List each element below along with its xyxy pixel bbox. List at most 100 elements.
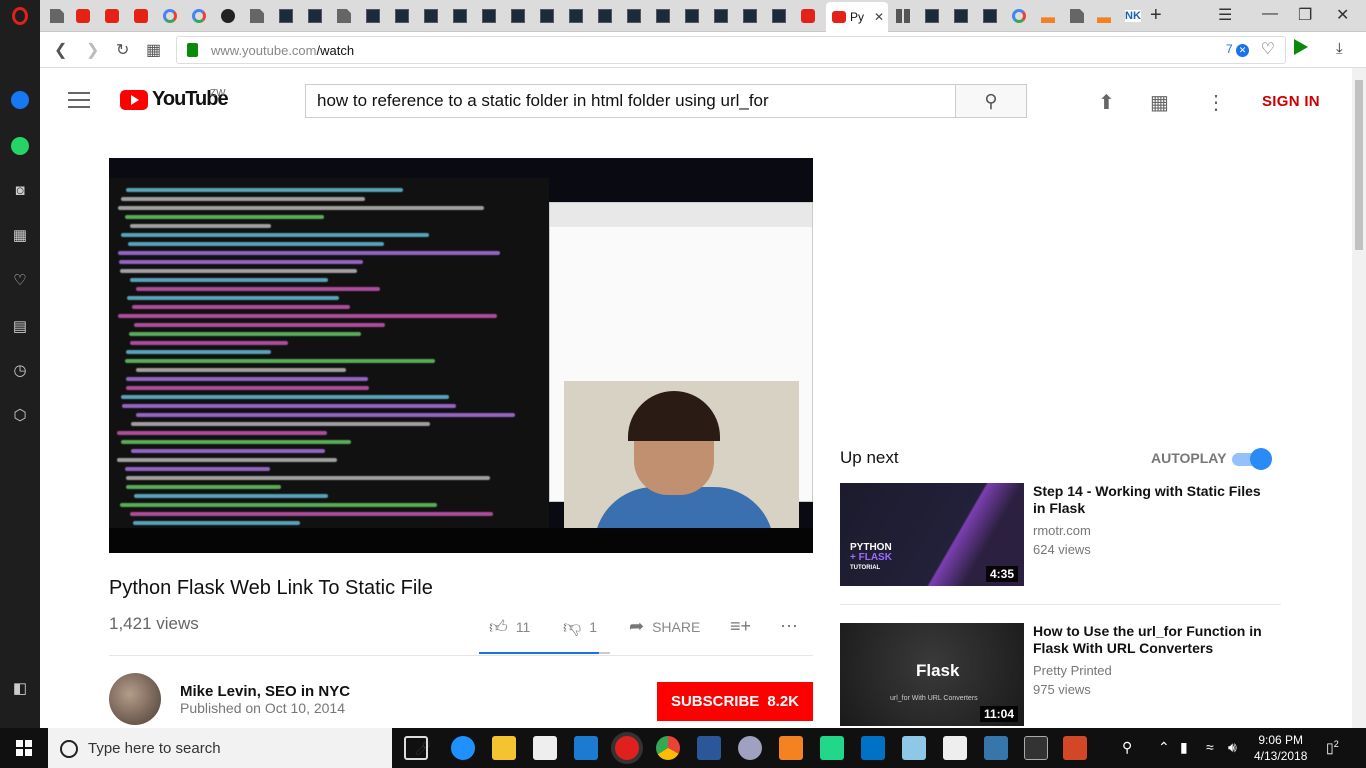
powerpoint-icon[interactable] — [1063, 736, 1087, 760]
reload-button[interactable]: ↻ — [116, 40, 129, 60]
browser-tab[interactable] — [621, 4, 647, 28]
browser-tab[interactable] — [244, 4, 270, 28]
browser-tab[interactable]: NK — [1120, 4, 1146, 28]
sublime-icon[interactable] — [779, 736, 803, 760]
url-field[interactable]: www.youtube.com/watch 7 ✕ ♡ — [176, 36, 1286, 64]
maximize-button[interactable]: ❐ — [1298, 5, 1312, 25]
hamburger-menu-icon[interactable] — [68, 92, 90, 108]
browser-tab[interactable] — [1064, 4, 1090, 28]
speed-dial-button[interactable]: ▦ — [146, 40, 161, 60]
browser-tab[interactable] — [948, 4, 974, 28]
browser-tab[interactable] — [99, 4, 125, 28]
recommended-video[interactable]: Flask url_for With URL Converters 11:04 … — [840, 623, 1280, 727]
paint-icon[interactable] — [738, 736, 762, 760]
browser-tab[interactable] — [389, 4, 415, 28]
new-tab-button[interactable]: + — [1150, 4, 1162, 27]
people-icon[interactable]: ⚲ — [1122, 739, 1132, 756]
bookmark-heart-icon[interactable]: ♡ — [1261, 39, 1275, 59]
opera-menu-button[interactable] — [0, 0, 40, 32]
word-icon[interactable] — [697, 736, 721, 760]
close-window-button[interactable]: ✕ — [1336, 5, 1349, 25]
browser-tab[interactable] — [737, 4, 763, 28]
video-thumbnail[interactable]: Flask url_for With URL Converters 11:04 — [840, 623, 1024, 726]
battery-icon[interactable]: ▮ — [1180, 739, 1188, 756]
python-icon[interactable] — [984, 736, 1008, 760]
mail-icon[interactable] — [533, 736, 557, 760]
channel-avatar[interactable] — [109, 673, 161, 725]
opera-taskbar-icon[interactable] — [615, 736, 639, 760]
extensions-icon[interactable]: ⬡ — [10, 405, 30, 425]
browser-tab[interactable] — [1035, 4, 1061, 28]
app-icon[interactable] — [902, 736, 926, 760]
browser-tab[interactable] — [890, 4, 916, 28]
browser-tab[interactable] — [977, 4, 1003, 28]
browser-tab[interactable] — [447, 4, 473, 28]
browser-tab[interactable] — [708, 4, 734, 28]
minimize-button[interactable]: — — [1262, 5, 1278, 23]
browser-tab[interactable] — [331, 4, 357, 28]
messenger-icon[interactable] — [10, 90, 30, 110]
video-player[interactable] — [109, 158, 813, 553]
forward-button[interactable]: ❯ — [86, 40, 99, 60]
back-button[interactable]: ❮ — [54, 40, 67, 60]
chrome-icon[interactable] — [656, 736, 680, 760]
show-hidden-icons-button[interactable]: ⌃ — [1158, 739, 1170, 756]
browser-tab[interactable] — [128, 4, 154, 28]
search-button[interactable]: ⚲ — [955, 84, 1027, 118]
pycharm-icon[interactable] — [820, 736, 844, 760]
start-button[interactable] — [0, 728, 48, 768]
apps-grid-icon[interactable]: ▦ — [1150, 90, 1169, 115]
more-vertical-icon[interactable]: ⋮ — [1206, 90, 1226, 115]
heart-icon[interactable]: ♡ — [10, 270, 30, 290]
browser-tab[interactable] — [679, 4, 705, 28]
task-view-icon[interactable] — [404, 736, 428, 760]
outlook-icon[interactable] — [861, 736, 885, 760]
taskbar-search-box[interactable]: Type here to search 🎤︎ — [48, 728, 432, 768]
notifications-icon[interactable]: ▯2 — [1326, 739, 1339, 757]
browser-tab[interactable] — [766, 4, 792, 28]
close-tab-icon[interactable]: ✕ — [874, 10, 884, 24]
browser-tab[interactable] — [186, 4, 212, 28]
recommended-video[interactable]: PYTHON + FLASK TUTORIAL 4:35 Step 14 - W… — [840, 483, 1280, 587]
like-button[interactable]: 👍︎ 11 — [489, 616, 530, 638]
browser-tab[interactable] — [70, 4, 96, 28]
sign-in-button[interactable]: SIGN IN — [1262, 93, 1320, 110]
photos-icon[interactable] — [943, 736, 967, 760]
speed-dial-icon[interactable]: ▦ — [10, 225, 30, 245]
dislike-button[interactable]: 👎︎ 1 — [563, 616, 597, 638]
channel-name[interactable]: Mike Levin, SEO in NYC — [180, 683, 350, 700]
browser-tab[interactable] — [1091, 4, 1117, 28]
browser-tab[interactable] — [534, 4, 560, 28]
video-control-bar[interactable] — [109, 528, 813, 553]
browser-tab[interactable] — [273, 4, 299, 28]
history-icon[interactable]: ◷ — [10, 360, 30, 380]
file-explorer-icon[interactable] — [492, 736, 516, 760]
browser-tab[interactable] — [650, 4, 676, 28]
volume-icon[interactable]: 🔊︎ — [1228, 739, 1237, 756]
upload-icon[interactable]: ⬆ — [1098, 90, 1115, 115]
app-icon[interactable] — [574, 736, 598, 760]
page-scrollbar[interactable] — [1352, 68, 1366, 728]
edge-icon[interactable] — [451, 736, 475, 760]
browser-tab[interactable] — [360, 4, 386, 28]
browser-tab[interactable] — [563, 4, 589, 28]
browser-tab[interactable] — [157, 4, 183, 28]
browser-tab[interactable] — [795, 4, 821, 28]
news-icon[interactable]: ▤ — [10, 316, 30, 336]
browser-tab[interactable] — [505, 4, 531, 28]
active-browser-tab[interactable]: Py ✕ — [826, 2, 888, 32]
adblock-badge[interactable]: 7 ✕ — [1226, 42, 1249, 57]
browser-tab[interactable] — [302, 4, 328, 28]
scrollbar-thumb[interactable] — [1355, 80, 1363, 250]
subscribe-button[interactable]: SUBSCRIBE 8.2K — [657, 682, 813, 721]
download-icon[interactable]: ⤓ — [1336, 40, 1343, 57]
system-clock[interactable]: 9:06 PM 4/13/2018 — [1254, 732, 1307, 764]
browser-tab[interactable] — [592, 4, 618, 28]
add-to-playlist-button[interactable]: ≡+ — [730, 616, 751, 637]
search-input[interactable] — [305, 84, 956, 118]
more-actions-button[interactable]: ⋯ — [780, 616, 798, 637]
video-thumbnail[interactable]: PYTHON + FLASK TUTORIAL 4:35 — [840, 483, 1024, 586]
browser-tab[interactable] — [215, 4, 241, 28]
browser-tab[interactable] — [919, 4, 945, 28]
browser-tab[interactable] — [44, 4, 70, 28]
